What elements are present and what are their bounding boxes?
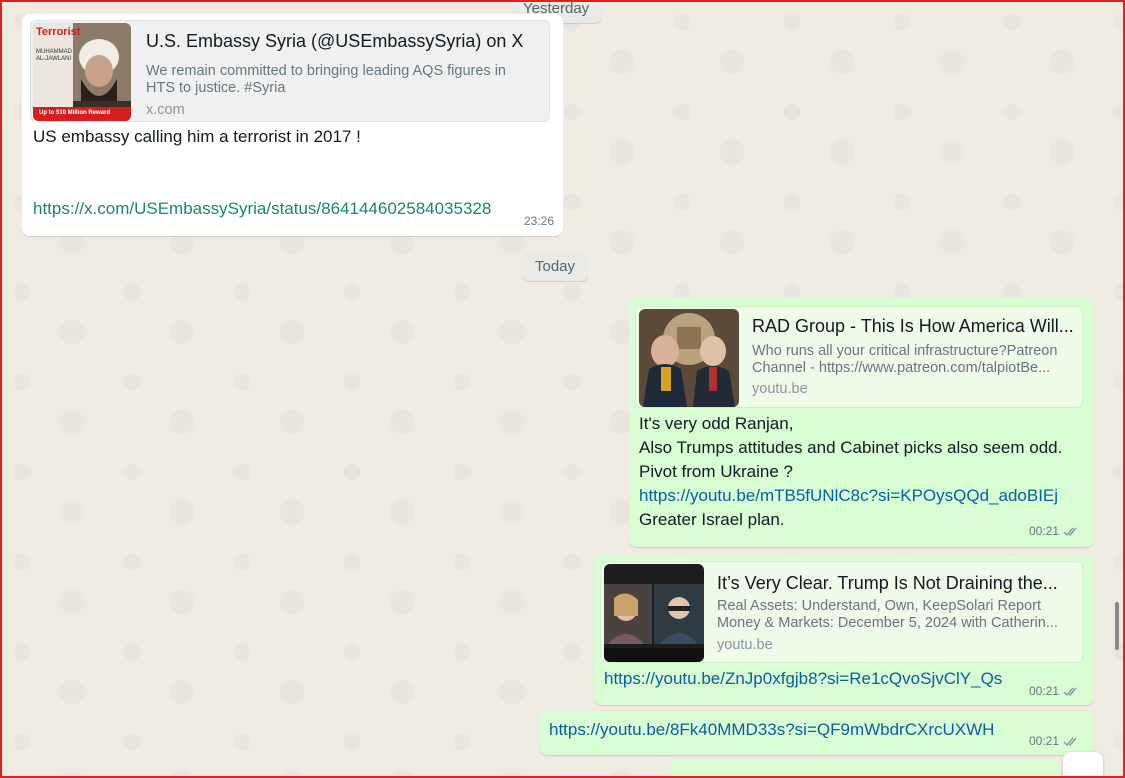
preview-title: RAD Group - This Is How America Will...	[752, 316, 1074, 336]
preview-domain: x.com	[146, 102, 185, 118]
time-label: 00:21	[1029, 684, 1060, 698]
thumb-reward-label: Up to $10 Million Reward	[39, 110, 111, 116]
video-thumbnail-image	[639, 309, 739, 407]
thumb-name-label: MUHAMMAD AL-JAWLANI	[36, 49, 72, 62]
preview-thumbnail	[639, 309, 739, 407]
read-receipt-icon	[1063, 527, 1077, 536]
message-time: 00:21	[1029, 734, 1079, 748]
time-label: 00:21	[1029, 734, 1060, 748]
time-label: 23:26	[524, 214, 555, 228]
message-text-line: It's very odd Ranjan,	[639, 414, 794, 433]
message-link[interactable]: https://youtu.be/8Fk40MMD33s?si=QF9mWbdr…	[549, 718, 994, 742]
video-thumbnail-image	[604, 564, 704, 662]
preview-title: U.S. Embassy Syria (@USEmbassySyria) on …	[146, 31, 524, 51]
message-bubble-outgoing-partial[interactable]	[670, 759, 1060, 776]
date-label: Today	[535, 258, 576, 275]
message-bubble-incoming[interactable]: Terrorist MUHAMMAD AL-JAWLANI Up to $10 …	[22, 14, 563, 236]
preview-domain: youtu.be	[752, 381, 808, 397]
message-time: 00:21	[1029, 684, 1079, 698]
preview-title: It’s Very Clear. Trump Is Not Draining t…	[717, 573, 1058, 593]
link-preview[interactable]: RAD Group - This Is How America Will... …	[635, 306, 1083, 408]
message-text-line: Greater Israel plan.	[639, 510, 785, 529]
preview-thumbnail	[604, 564, 704, 662]
message-link[interactable]: https://x.com/USEmbassySyria/status/8641…	[33, 197, 491, 221]
preview-description-line1: Real Assets: Understand, Own, KeepSolari…	[717, 598, 1041, 614]
message-text-line: Also Trumps attitudes and Cabinet picks …	[639, 438, 1063, 457]
date-divider-today: Today	[522, 252, 589, 281]
chat-pane[interactable]: Yesterday Terrorist MUHAMMAD AL-JAWLANI …	[0, 0, 1125, 778]
read-receipt-icon	[1063, 737, 1077, 746]
message-text-line: Pivot from Ukraine ?	[639, 462, 793, 481]
message-text: US embassy calling him a terrorist in 20…	[33, 127, 361, 146]
thumb-terrorist-label: Terrorist	[36, 26, 81, 38]
preview-domain: youtu.be	[717, 637, 773, 653]
link-preview[interactable]: Terrorist MUHAMMAD AL-JAWLANI Up to $10 …	[30, 20, 550, 122]
message-time: 23:26	[524, 214, 554, 228]
message-bubble-outgoing[interactable]: https://youtu.be/8Fk40MMD33s?si=QF9mWbdr…	[539, 711, 1094, 755]
message-link[interactable]: https://youtu.be/mTB5fUNlC8c?si=KPOysQQd…	[639, 484, 1058, 508]
link-preview[interactable]: It’s Very Clear. Trump Is Not Draining t…	[600, 561, 1083, 663]
preview-description-line2: Money & Markets: December 5, 2024 with C…	[717, 615, 1058, 631]
preview-thumbnail: Terrorist MUHAMMAD AL-JAWLANI Up to $10 …	[33, 23, 131, 121]
scroll-to-bottom-button[interactable]	[1063, 752, 1103, 776]
time-label: 00:21	[1029, 524, 1060, 538]
message-bubble-outgoing[interactable]: It’s Very Clear. Trump Is Not Draining t…	[594, 555, 1094, 705]
preview-description: We remain committed to bringing leading …	[146, 63, 506, 96]
preview-description-line2: Channel - https://www.patreon.com/talpio…	[752, 360, 1051, 376]
read-receipt-icon	[1063, 687, 1077, 696]
chat-scrollbar[interactable]	[1115, 602, 1119, 650]
message-link[interactable]: https://youtu.be/ZnJp0xfgjb8?si=Re1cQvoS…	[604, 667, 1002, 691]
preview-description-line1: Who runs all your critical infrastructur…	[752, 343, 1058, 359]
message-bubble-outgoing[interactable]: RAD Group - This Is How America Will... …	[629, 298, 1094, 547]
message-time: 00:21	[1029, 524, 1079, 538]
